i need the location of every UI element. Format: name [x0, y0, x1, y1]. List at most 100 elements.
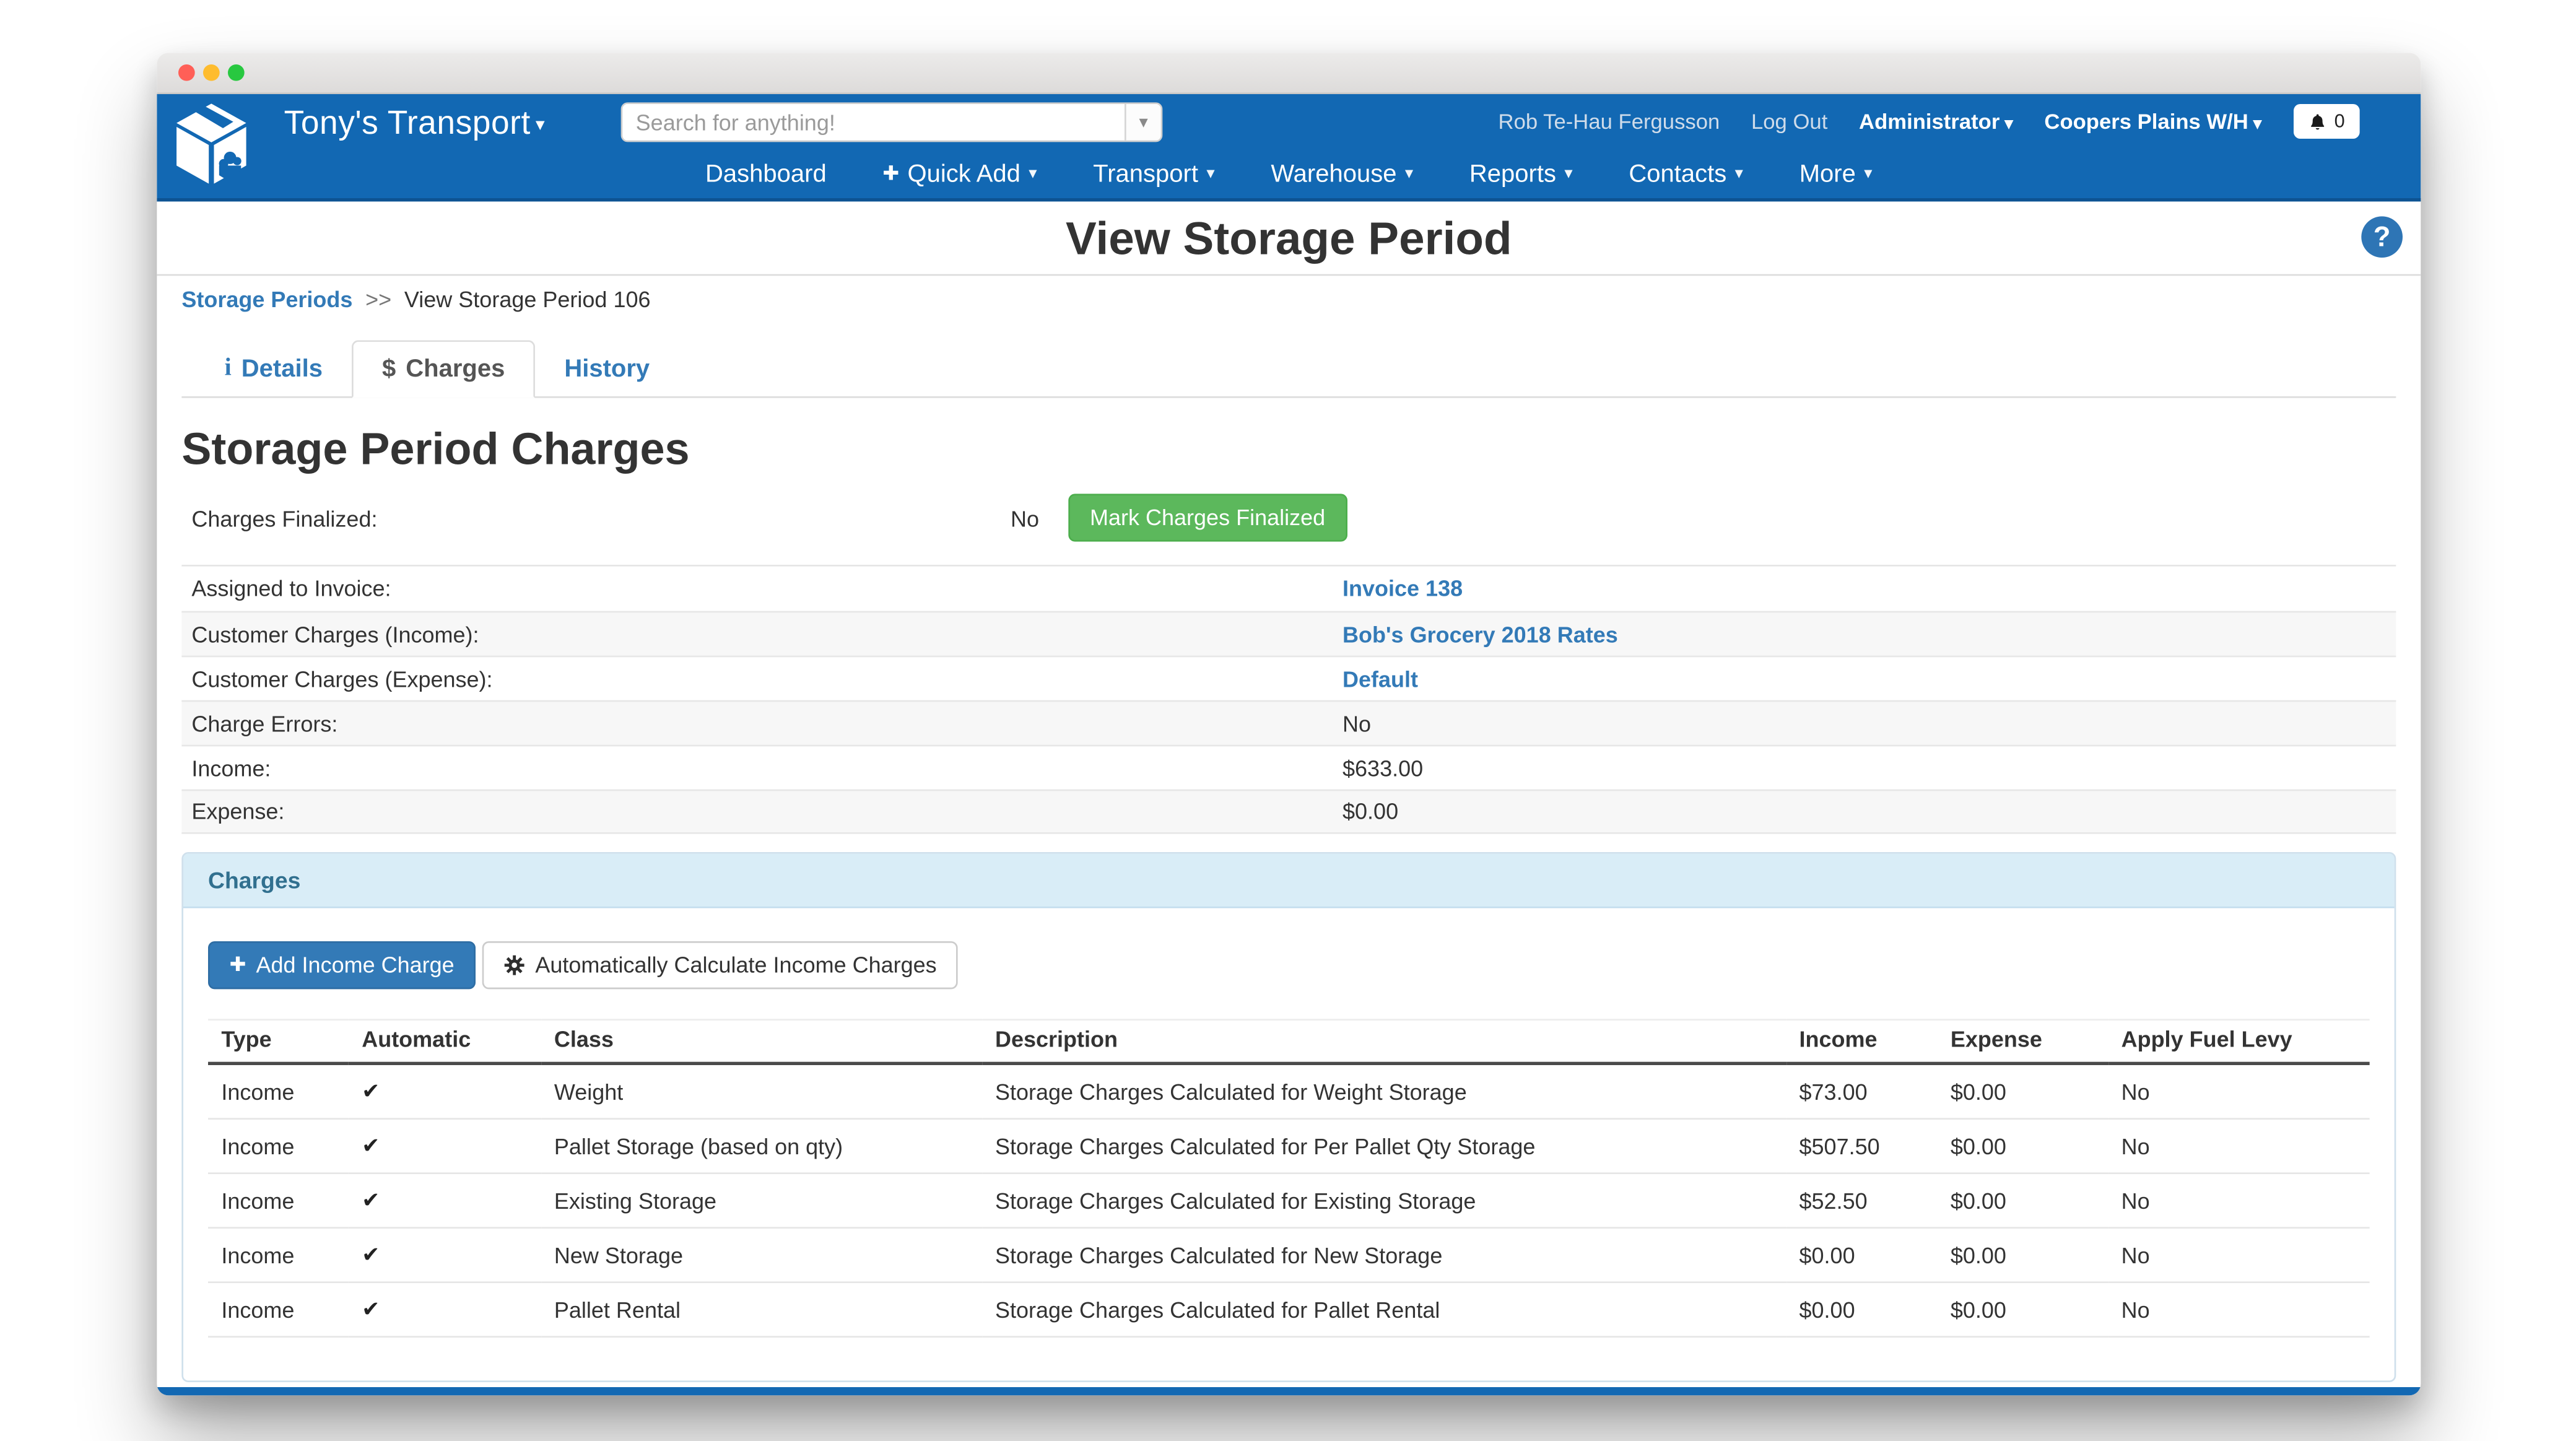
mark-charges-finalized-button[interactable]: Mark Charges Finalized [1068, 494, 1347, 541]
menu-item-dashboard[interactable]: Dashboard [705, 159, 827, 187]
detail-row: Expense: $0.00 [181, 790, 2396, 834]
cell-class: Weight [541, 1063, 982, 1118]
table-row: Income ✔ New Storage Storage Charges Cal… [208, 1228, 2370, 1282]
tab-details[interactable]: i Details [195, 340, 352, 398]
tab-history[interactable]: History [534, 340, 679, 398]
add-income-charge-button[interactable]: ✚ Add Income Charge [208, 941, 476, 989]
detail-label: Customer Charges (Expense): [191, 666, 1342, 691]
table-row: Income ✔ Weight Storage Charges Calculat… [208, 1063, 2370, 1118]
detail-row: Charge Errors: No [181, 700, 2396, 745]
global-search: ▼ [621, 102, 1163, 142]
main-menu: Dashboard ✚ Quick Add ▾ Transport ▾ Ware… [157, 149, 2421, 198]
zoom-button[interactable] [228, 64, 245, 81]
check-icon: ✔ [362, 1134, 380, 1159]
cell-type: Income [208, 1228, 349, 1282]
brand-menu[interactable]: Tony's Transport▾ [284, 106, 545, 144]
col-header-expense: Expense [1938, 1020, 2108, 1064]
table-row: Income ✔ Existing Storage Storage Charge… [208, 1173, 2370, 1228]
menu-item-contacts[interactable]: Contacts ▾ [1629, 159, 1743, 187]
menu-item-quick-add[interactable]: ✚ Quick Add ▾ [882, 159, 1037, 187]
gear-icon [504, 954, 526, 976]
cell-income: $0.00 [1786, 1282, 1937, 1337]
cell-class: Existing Storage [541, 1173, 982, 1228]
col-header-apply-fuel-levy: Apply Fuel Levy [2108, 1020, 2369, 1064]
detail-value: No [1342, 711, 1371, 736]
col-header-description: Description [982, 1020, 1786, 1064]
table-row: Income ✔ Pallet Storage (based on qty) S… [208, 1119, 2370, 1173]
charges-panel-body: ✚ Add Income Charge [183, 908, 2395, 1381]
cell-expense: $0.00 [1938, 1173, 2108, 1228]
menu-item-warehouse[interactable]: Warehouse ▾ [1271, 159, 1413, 187]
warehouse-dropdown[interactable]: Coopers Plains W/H▾ [2044, 109, 2261, 134]
detail-label: Customer Charges (Income): [191, 622, 1342, 646]
charges-table: TypeAutomaticClassDescriptionIncomeExpen… [208, 1019, 2370, 1338]
help-button question-icon[interactable]: ? [2361, 216, 2403, 258]
cell-income: $52.50 [1786, 1173, 1937, 1228]
breadcrumb-storage-periods-link[interactable]: Storage Periods [181, 287, 352, 312]
detail-label: Income: [191, 755, 1342, 780]
menu-item-transport[interactable]: Transport ▾ [1093, 159, 1214, 187]
charges-finalized-row: Charges Finalized: No Mark Charges Final… [181, 492, 2396, 567]
table-row: Income ✔ Pallet Rental Storage Charges C… [208, 1282, 2370, 1337]
cell-description: Storage Charges Calculated for Weight St… [982, 1063, 1786, 1118]
minimize-button[interactable] [203, 64, 220, 81]
window-titlebar [157, 53, 2421, 94]
user-strip: Rob Te-Hau Fergusson Log Out Administrat… [1499, 104, 2360, 139]
charges-panel-header: Charges [183, 854, 2395, 908]
cell-income: $0.00 [1786, 1228, 1937, 1282]
search-scope-dropdown[interactable]: ▼ [1125, 104, 1161, 141]
check-icon: ✔ [362, 1243, 380, 1268]
col-header-automatic: Automatic [349, 1020, 541, 1064]
role-dropdown[interactable]: Administrator▾ [1859, 109, 2013, 134]
breadcrumb-separator: >> [365, 287, 391, 312]
cell-type: Income [208, 1173, 349, 1228]
cell-automatic: ✔ [349, 1063, 541, 1118]
page-title: View Storage Period [157, 201, 2421, 277]
check-icon: ✔ [362, 1298, 380, 1323]
cell-income: $507.50 [1786, 1119, 1937, 1173]
menu-item-reports[interactable]: Reports ▾ [1469, 159, 1573, 187]
page-header: View Storage Period ? [157, 201, 2421, 276]
charges-finalized-value: No [1011, 507, 1039, 532]
info-icon: i [225, 355, 232, 383]
bell-icon [2308, 111, 2326, 131]
detail-row: Assigned to Invoice: Invoice 138 [181, 567, 2396, 611]
detail-link-default[interactable]: Default [1342, 666, 1418, 691]
detail-link-bob-s-grocery-2018-rates[interactable]: Bob's Grocery 2018 Rates [1342, 622, 1618, 646]
notifications-button[interactable]: 0 [2293, 104, 2360, 139]
cell-fuel-levy: No [2108, 1173, 2369, 1228]
detail-value: $0.00 [1342, 799, 1398, 824]
tab-charges[interactable]: $ Charges [352, 340, 534, 398]
close-button[interactable] [178, 64, 195, 81]
cell-fuel-levy: No [2108, 1063, 2369, 1118]
chevron-down-icon: ▾ [536, 116, 545, 136]
cell-type: Income [208, 1119, 349, 1173]
chevron-down-icon: ▾ [1564, 164, 1572, 182]
cell-class: New Storage [541, 1228, 982, 1282]
cell-automatic: ✔ [349, 1228, 541, 1282]
log-out-link[interactable]: Log Out [1751, 109, 1827, 134]
search-input[interactable] [622, 104, 1125, 141]
cell-expense: $0.00 [1938, 1119, 2108, 1173]
tab-bar: i Details $ Charges History [181, 340, 2396, 398]
auto-calculate-income-charges-button[interactable]: Automatically Calculate Income Charges [482, 941, 958, 989]
cell-class: Pallet Storage (based on qty) [541, 1119, 982, 1173]
cell-type: Income [208, 1282, 349, 1337]
chevron-down-icon: ▾ [1735, 164, 1743, 182]
menu-item-more[interactable]: More ▾ [1799, 159, 1873, 187]
chevron-down-icon: ▾ [2253, 116, 2261, 134]
dollar-icon: $ [382, 355, 396, 383]
charges-panel: Charges ✚ Add Income Charge [181, 852, 2396, 1382]
chevron-down-icon: ▾ [1206, 164, 1214, 182]
detail-label: Charge Errors: [191, 711, 1342, 736]
user-name-link[interactable]: Rob Te-Hau Fergusson [1499, 109, 1720, 134]
cell-automatic: ✔ [349, 1173, 541, 1228]
detail-row: Customer Charges (Expense): Default [181, 656, 2396, 700]
detail-link-invoice-138[interactable]: Invoice 138 [1342, 577, 1463, 601]
detail-row: Income: $633.00 [181, 745, 2396, 790]
detail-value: $633.00 [1342, 755, 1423, 780]
charges-finalized-label: Charges Finalized: [191, 507, 377, 532]
chevron-down-icon: ▼ [1136, 114, 1151, 131]
plus-icon: ✚ [230, 943, 246, 988]
cell-class: Pallet Rental [541, 1282, 982, 1337]
